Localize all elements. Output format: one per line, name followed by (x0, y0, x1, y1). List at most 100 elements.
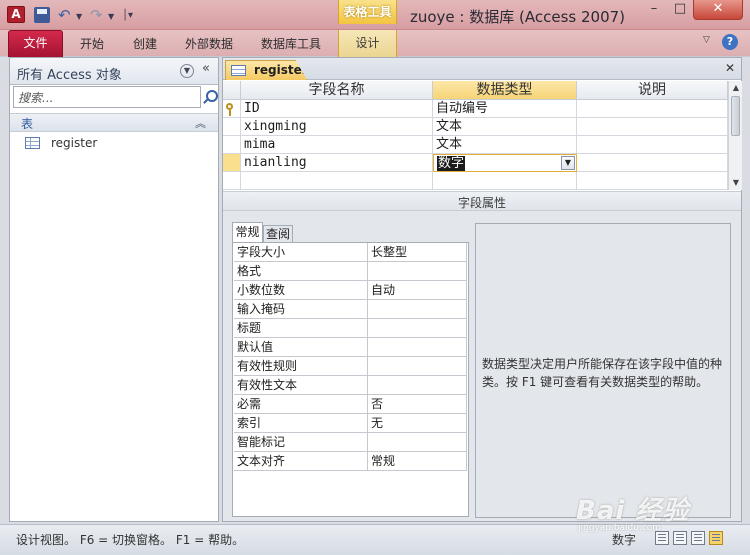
access-app-icon[interactable]: A (7, 6, 25, 23)
row-selector[interactable] (223, 136, 241, 154)
property-value[interactable] (368, 338, 467, 357)
undo-icon[interactable]: ↶ (58, 7, 71, 23)
column-header-description[interactable]: 说明 (577, 81, 728, 100)
help-icon[interactable]: ? (722, 34, 738, 50)
description-cell[interactable] (577, 172, 728, 190)
undo-dropdown-icon[interactable]: ▼ (76, 9, 82, 25)
description-cell[interactable] (577, 154, 728, 172)
table-row[interactable]: nianling 数字 ▼ (223, 154, 728, 172)
property-label: 小数位数 (234, 281, 368, 300)
close-window-button[interactable]: ✕ (693, 0, 743, 20)
field-name-cell[interactable]: ID (241, 100, 433, 118)
property-value[interactable] (368, 319, 467, 338)
field-properties-bar: 字段属性 (223, 191, 741, 211)
property-row[interactable]: 智能标记 (234, 433, 468, 452)
property-row[interactable]: 有效性文本 (234, 376, 468, 395)
property-row[interactable]: 小数位数 自动 (234, 281, 468, 300)
property-value[interactable]: 否 (368, 395, 467, 414)
design-view-icon[interactable] (709, 531, 723, 545)
property-row[interactable]: 默认值 (234, 338, 468, 357)
property-row[interactable]: 必需否 (234, 395, 468, 414)
property-value[interactable]: 无 (368, 414, 467, 433)
document-tab-register[interactable]: register (225, 60, 307, 80)
property-row[interactable]: 标题 (234, 319, 468, 338)
field-name-cell[interactable]: nianling (241, 154, 433, 172)
tab-file[interactable]: 文件 (8, 30, 63, 57)
scroll-up-icon[interactable]: ▲ (730, 82, 742, 94)
nav-item-register[interactable]: register (10, 135, 218, 153)
row-selector[interactable] (223, 172, 241, 190)
navigation-pane: 所有 Access 对象 ▼ « 搜索... 表 ︽ register (9, 57, 219, 522)
table-row-new[interactable] (223, 172, 728, 190)
nav-group-label: 表 (21, 117, 34, 131)
field-name-cell[interactable]: xingming (241, 118, 433, 136)
scroll-down-icon[interactable]: ▼ (730, 177, 742, 189)
field-name-cell[interactable]: mima (241, 136, 433, 154)
row-selector[interactable] (223, 100, 241, 118)
tab-lookup[interactable]: 查阅 (263, 225, 293, 242)
row-selector[interactable] (223, 118, 241, 136)
data-type-cell[interactable] (433, 172, 577, 190)
property-row[interactable]: 有效性规则 (234, 357, 468, 376)
nav-group-tables[interactable]: 表 ︽ (10, 113, 218, 132)
table-row[interactable]: mima 文本 (223, 136, 728, 154)
description-cell[interactable] (577, 118, 728, 136)
data-type-cell[interactable]: 自动编号 (433, 100, 577, 118)
close-document-icon[interactable]: ✕ (725, 61, 735, 75)
nav-menu-dropdown-icon[interactable]: ▼ (180, 64, 194, 78)
tab-design[interactable]: 设计 (338, 30, 397, 57)
minimize-ribbon-icon[interactable]: ▽ (703, 35, 710, 45)
property-row[interactable]: 字段大小 长整型 (234, 243, 468, 262)
property-value[interactable] (368, 357, 467, 376)
redo-icon[interactable]: ↷ (90, 7, 103, 23)
property-label: 有效性文本 (234, 376, 368, 395)
maximize-button[interactable]: □ (667, 0, 693, 20)
nav-search-input[interactable]: 搜索... (13, 86, 201, 108)
pivottable-view-icon[interactable] (673, 531, 687, 545)
property-row[interactable]: 输入掩码 (234, 300, 468, 319)
property-value[interactable] (368, 300, 467, 319)
redo-dropdown-icon[interactable]: ▼ (108, 9, 114, 25)
data-type-select[interactable]: 数字 ▼ (433, 154, 577, 172)
data-type-cell[interactable]: 文本 (433, 118, 577, 136)
select-all-corner[interactable] (223, 81, 241, 100)
property-value[interactable] (368, 262, 467, 281)
tab-home[interactable]: 开始 (80, 35, 104, 52)
table-row[interactable]: ID 自动编号 (223, 100, 728, 118)
property-value[interactable]: 自动 (368, 281, 467, 300)
collapse-nav-icon[interactable]: « (202, 61, 210, 76)
property-row[interactable]: 格式 (234, 262, 468, 281)
pivotchart-view-icon[interactable] (691, 531, 705, 545)
property-label: 输入掩码 (234, 300, 368, 319)
property-value[interactable] (368, 376, 467, 395)
row-selector-current[interactable] (223, 154, 241, 172)
grid-vertical-scrollbar[interactable]: ▲ ▼ (728, 81, 742, 190)
chevron-up-icon[interactable]: ︽ (195, 115, 206, 131)
field-name-cell[interactable] (241, 172, 433, 190)
chevron-down-icon[interactable]: ▼ (561, 156, 575, 170)
property-label: 默认值 (234, 338, 368, 357)
minimize-button[interactable]: – (641, 0, 667, 20)
nav-pane-header[interactable]: 所有 Access 对象 ▼ « (10, 58, 218, 85)
tab-external-data[interactable]: 外部数据 (185, 35, 233, 52)
scroll-thumb[interactable] (731, 96, 740, 136)
property-value[interactable]: 长整型 (368, 243, 467, 262)
customize-toolbar-icon[interactable]: │▾ (122, 8, 133, 24)
property-value[interactable] (368, 433, 467, 452)
save-icon[interactable] (34, 7, 50, 23)
status-text: 设计视图。 F6 = 切换窗格。 F1 = 帮助。 (16, 533, 245, 547)
property-row[interactable]: 索引无 (234, 414, 468, 433)
table-row[interactable]: xingming 文本 (223, 118, 728, 136)
search-icon[interactable] (201, 88, 218, 106)
property-value[interactable]: 常规 (368, 452, 467, 471)
datasheet-view-icon[interactable] (655, 531, 669, 545)
description-cell[interactable] (577, 100, 728, 118)
column-header-data-type[interactable]: 数据类型 (433, 81, 577, 100)
column-header-field-name[interactable]: 字段名称 (241, 81, 433, 100)
data-type-cell[interactable]: 文本 (433, 136, 577, 154)
description-cell[interactable] (577, 136, 728, 154)
tab-general[interactable]: 常规 (232, 222, 263, 243)
tab-database-tools[interactable]: 数据库工具 (261, 35, 321, 52)
tab-create[interactable]: 创建 (133, 35, 157, 52)
property-row[interactable]: 文本对齐 常规 (234, 452, 468, 471)
